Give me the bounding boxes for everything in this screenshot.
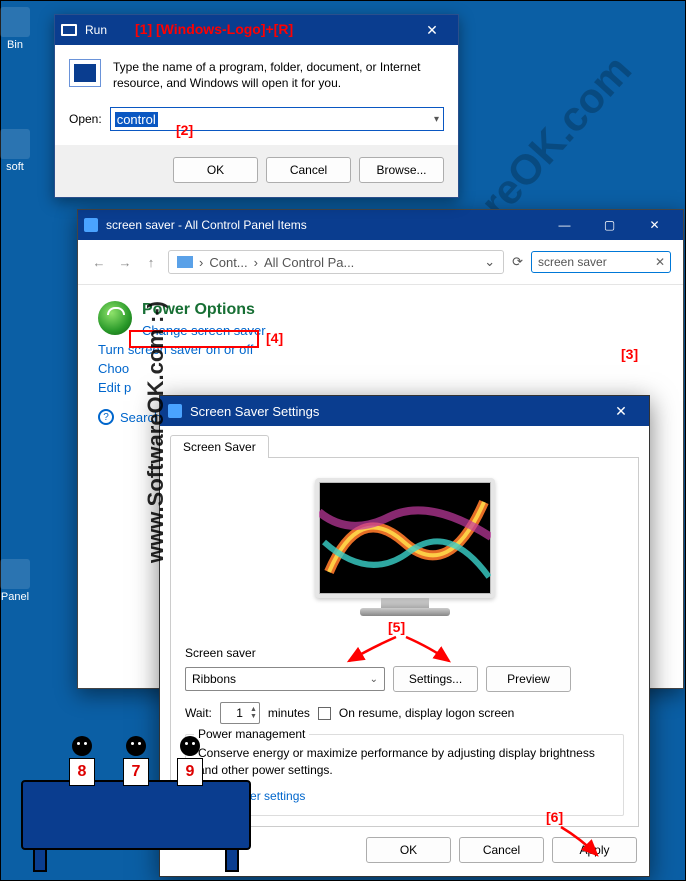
screen-saver-preview <box>315 478 495 598</box>
back-button[interactable]: ← <box>90 255 108 270</box>
resume-checkbox[interactable] <box>318 707 331 720</box>
chevron-down-icon[interactable]: ⌄ <box>484 254 495 270</box>
run-app-icon <box>69 59 101 87</box>
forward-button[interactable]: → <box>116 255 134 270</box>
wait-label: Wait: <box>185 706 212 720</box>
screen-saver-section-label: Screen saver <box>185 646 624 660</box>
minimize-button[interactable]: — <box>542 210 587 240</box>
wait-value: 1 <box>236 706 243 720</box>
desktop-icon-label: Panel <box>1 591 29 603</box>
breadcrumb-item[interactable]: All Control Pa... <box>264 255 354 270</box>
maximize-button[interactable]: ▢ <box>587 210 632 240</box>
recycle-bin-icon <box>0 7 30 37</box>
run-dialog: Run ✕ Type the name of a program, folder… <box>54 14 459 198</box>
ss-titlebar[interactable]: Screen Saver Settings ✕ <box>160 396 649 426</box>
cp-search-input[interactable]: screen saver ✕ <box>531 251 671 273</box>
open-combobox[interactable]: control ▾ <box>110 107 444 131</box>
minutes-label: minutes <box>268 706 310 720</box>
breadcrumb-item[interactable]: Cont... <box>209 255 247 270</box>
ok-button[interactable]: OK <box>173 157 258 183</box>
desktop-icon-soft[interactable]: soft <box>0 129 33 173</box>
desktop-icon-panel[interactable]: Panel <box>0 559 33 603</box>
score-card: 9 <box>177 758 203 786</box>
chevron-down-icon: ▾ <box>434 114 439 125</box>
crumb-chevron: › <box>199 255 203 270</box>
power-options-heading: Power Options <box>98 301 663 319</box>
desktop-icon-label: Bin <box>7 39 23 51</box>
search-value: screen saver <box>538 255 607 269</box>
judge-3: 9 <box>175 736 205 786</box>
pm-text: Conserve energy or maximize performance … <box>198 745 611 779</box>
link-turn-screen-saver[interactable]: Turn screen saver on or off <box>98 342 663 357</box>
desktop-icon-bin[interactable]: Bin <box>0 7 33 51</box>
screen-saver-selected: Ribbons <box>192 672 236 686</box>
open-label: Open: <box>69 112 102 126</box>
run-titlebar[interactable]: Run ✕ <box>55 15 458 45</box>
apply-button[interactable]: Apply <box>552 837 637 863</box>
up-button[interactable]: ↑ <box>142 255 160 270</box>
cp-titlebar[interactable]: screen saver - All Control Panel Items —… <box>78 210 683 240</box>
cancel-button[interactable]: Cancel <box>266 157 351 183</box>
run-title-text: Run <box>85 23 107 37</box>
control-panel-icon <box>177 256 193 268</box>
folder-icon <box>0 129 30 159</box>
ok-button[interactable]: OK <box>366 837 451 863</box>
settings-button[interactable]: Settings... <box>393 666 478 692</box>
run-description: Type the name of a program, folder, docu… <box>113 59 444 91</box>
screen-saver-preview-monitor <box>315 478 495 628</box>
cancel-button[interactable]: Cancel <box>459 837 544 863</box>
breadcrumb[interactable]: › Cont... › All Control Pa... ⌄ <box>168 250 504 274</box>
ss-title-text: Screen Saver Settings <box>190 404 319 419</box>
open-value: control <box>115 112 158 127</box>
judge-2: 7 <box>121 736 151 786</box>
chevron-down-icon: ⌄ <box>370 674 378 685</box>
close-button[interactable]: ✕ <box>601 396 641 426</box>
power-options-icon <box>98 301 132 335</box>
link-change-screen-saver[interactable]: Change screen saver <box>98 323 663 338</box>
close-button[interactable]: ✕ <box>632 210 677 240</box>
link-edit[interactable]: Edit p <box>98 380 663 395</box>
cp-title-text: screen saver - All Control Panel Items <box>106 218 307 232</box>
cartoon-judges: 8 7 9 <box>21 730 251 872</box>
wait-spinner[interactable]: 1 ▲▼ <box>220 702 260 724</box>
control-panel-icon <box>0 559 30 589</box>
cp-navbar: ← → ↑ › Cont... › All Control Pa... ⌄ ⟳ … <box>78 240 683 285</box>
resume-label: On resume, display logon screen <box>339 706 514 720</box>
cp-links: Change screen saver Turn screen saver on… <box>98 323 663 395</box>
control-panel-titlebar-icon <box>84 218 98 232</box>
score-card: 8 <box>69 758 95 786</box>
clear-search-icon[interactable]: ✕ <box>655 255 665 269</box>
refresh-button[interactable]: ⟳ <box>512 254 523 270</box>
spinner-arrows-icon[interactable]: ▲▼ <box>250 706 257 720</box>
judge-1: 8 <box>67 736 97 786</box>
link-choose[interactable]: Choo <box>98 361 663 376</box>
help-icon: ? <box>98 409 114 425</box>
crumb-chevron: › <box>254 255 258 270</box>
tab-screen-saver[interactable]: Screen Saver <box>170 435 269 458</box>
screen-saver-select[interactable]: Ribbons ⌄ <box>185 667 385 691</box>
score-card: 7 <box>123 758 149 786</box>
browse-button[interactable]: Browse... <box>359 157 444 183</box>
screen-saver-icon <box>168 404 182 418</box>
run-icon <box>61 24 77 36</box>
close-button[interactable]: ✕ <box>412 15 452 45</box>
desktop-icon-label: soft <box>6 161 24 173</box>
preview-button[interactable]: Preview <box>486 666 571 692</box>
